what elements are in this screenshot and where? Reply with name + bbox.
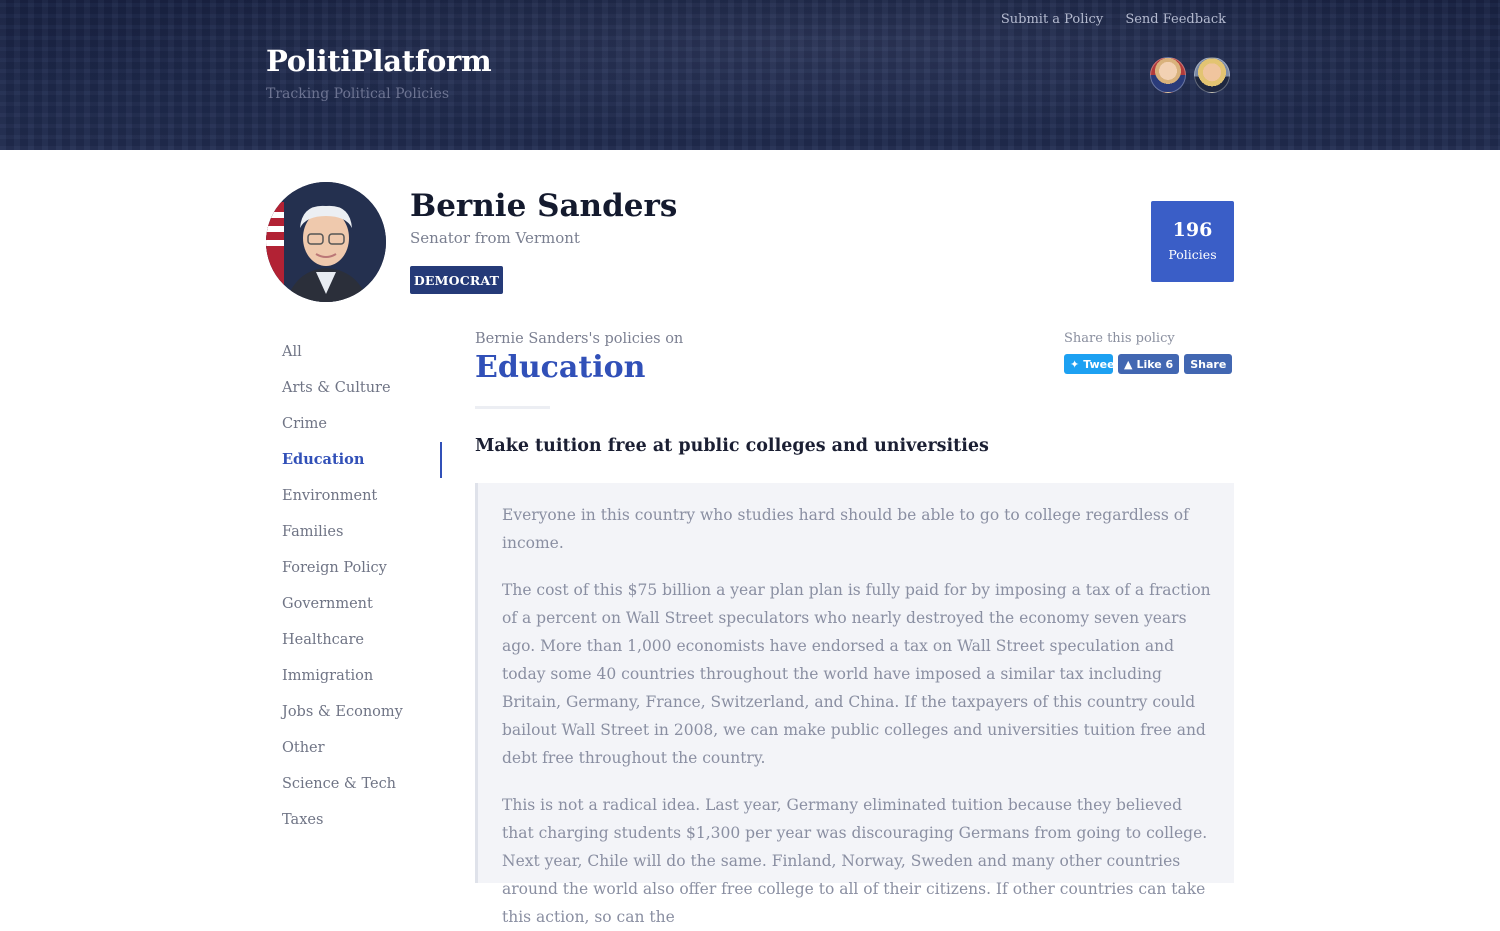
tweet-button[interactable]: ✦ Tweet (1064, 354, 1120, 374)
share-buttons: ✦ Tweet ▲ Like 6 Share (1064, 354, 1233, 374)
candidate-avatar-1[interactable] (1150, 57, 1186, 93)
top-navigation: Submit a Policy Send Feedback (983, 12, 1226, 27)
party-badge: DEMOCRAT (410, 266, 503, 294)
sidebar-item-government[interactable]: Government (282, 586, 442, 622)
category-sidebar: All Arts & Culture Crime Education Environme… (282, 334, 442, 838)
site-tagline: Tracking Political Policies (266, 86, 450, 102)
policy-count-label: Policies (1168, 247, 1217, 262)
sidebar-item-science-tech[interactable]: Science & Tech (282, 766, 442, 802)
share-label-text: Share (1190, 357, 1227, 371)
profile-name: Bernie Sanders (410, 188, 678, 224)
thumbs-up-icon: ▲ (1124, 357, 1133, 371)
tweet-label: Tweet (1083, 357, 1120, 371)
policy-count-box: 196 Policies (1151, 201, 1234, 282)
share-button[interactable]: Share (1184, 354, 1233, 374)
sidebar-item-jobs-economy[interactable]: Jobs & Economy (282, 694, 442, 730)
like-button[interactable]: ▲ Like 6 (1118, 354, 1180, 374)
sidebar-item-education[interactable]: Education (282, 442, 442, 478)
policy-title: Make tuition free at public colleges and… (475, 436, 989, 456)
sidebar-item-crime[interactable]: Crime (282, 406, 442, 442)
title-divider (475, 406, 550, 409)
profile-title: Senator from Vermont (410, 229, 580, 247)
twitter-bird-icon: ✦ (1070, 357, 1080, 371)
sidebar-item-families[interactable]: Families (282, 514, 442, 550)
topic-title: Education (475, 350, 646, 385)
like-label: Like 6 (1136, 357, 1174, 371)
send-feedback-link[interactable]: Send Feedback (1125, 12, 1226, 27)
submit-policy-link[interactable]: Submit a Policy (1001, 12, 1103, 27)
site-logo[interactable]: PolitiPlatform (266, 44, 492, 78)
sidebar-item-arts-culture[interactable]: Arts & Culture (282, 370, 442, 406)
header-background-image (0, 0, 1500, 150)
share-label: Share this policy (1064, 331, 1175, 346)
policy-quote: Everyone in this country who studies har… (475, 483, 1234, 926)
sidebar-item-immigration[interactable]: Immigration (282, 658, 442, 694)
sidebar-item-healthcare[interactable]: Healthcare (282, 622, 442, 658)
policy-count: 196 (1172, 219, 1213, 241)
sidebar-item-environment[interactable]: Environment (282, 478, 442, 514)
sidebar-item-foreign-policy[interactable]: Foreign Policy (282, 550, 442, 586)
sidebar-item-other[interactable]: Other (282, 730, 442, 766)
candidate-avatar-2[interactable] (1194, 57, 1230, 93)
policy-paragraph: Everyone in this country who studies har… (502, 506, 1189, 552)
sidebar-item-taxes[interactable]: Taxes (282, 802, 442, 838)
policy-pre-title: Bernie Sanders's policies on (475, 331, 684, 347)
profile-avatar (266, 182, 386, 302)
sidebar-item-all[interactable]: All (282, 334, 442, 370)
site-header: PolitiPlatform Tracking Political Polici… (0, 0, 1500, 150)
policy-paragraph: This is not a radical idea. Last year, G… (502, 796, 1208, 926)
policy-paragraph: The cost of this $75 billion a year plan… (502, 581, 1211, 767)
